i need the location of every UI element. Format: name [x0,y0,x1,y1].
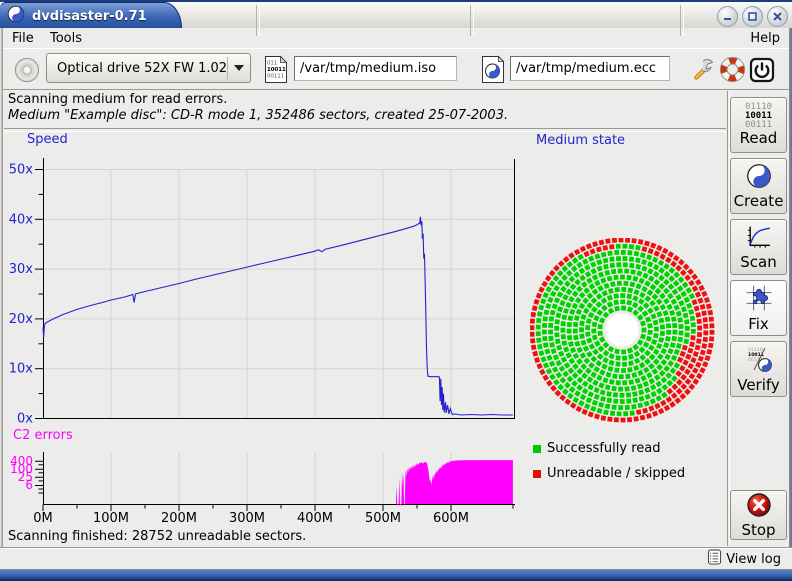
log-icon [707,548,722,570]
stop-icon [746,492,772,522]
sidebar-button-label: Fix [748,316,769,333]
svg-text:011: 011 [267,61,277,67]
view-log-button[interactable]: View log [704,549,784,569]
menu-file[interactable]: File [6,30,40,47]
x-axis-tick-label: 300M [229,511,265,526]
legend-success-label: Successfully read [547,441,660,456]
title-tab: dvdisaster-0.71 [0,2,182,30]
x-axis-tick-label: 500M [365,511,401,526]
menu-tools[interactable]: Tools [44,30,88,47]
stop-button-label: Stop [741,522,775,538]
verify-icon: 011101001100111 [745,345,773,377]
iso-path-input[interactable] [294,56,457,81]
minimize-button[interactable] [717,6,738,27]
menu-help[interactable]: Help [744,30,786,47]
svg-text:00111: 00111 [267,74,284,80]
sidebar-button-label: Create [734,193,784,210]
speed-ytick-label: 30x [9,262,34,277]
sidebar-button-label: Verify [737,377,780,394]
dvdisaster-window: dvdisaster-0.71 File Tools Help Optical … [0,0,792,581]
title-bar[interactable]: dvdisaster-0.71 [0,0,792,28]
scan-result-message: Scanning finished: 28752 unreadable sect… [8,529,306,544]
sidebar-button-fix[interactable]: Fix [730,280,787,336]
speed-ytick-label: 20x [9,312,34,327]
sidebar-button-label: Scan [740,254,776,271]
drive-selector[interactable]: Optical drive 52X FW 1.02 [46,53,251,83]
menu-bar: File Tools Help [0,28,792,49]
speed-ytick-label: 50x [9,163,34,178]
legend-unreadable-label: Unreadable / skipped [547,466,685,481]
speed-and-c2-charts: 0x10x20x30x40x50x4001002560M100M200M300M… [0,130,530,530]
x-axis-tick-label: 100M [93,511,129,526]
speed-ytick-label: 0x [17,412,33,427]
status-line: Scanning medium for read errors. [8,92,708,108]
quit-power-icon[interactable] [747,54,777,85]
speed-line-series [43,217,513,415]
yinyang-icon [7,5,25,23]
c2-error-area [396,460,513,505]
medium-state-title: Medium state [536,133,625,148]
medium-state-disc [530,238,722,430]
speed-ytick-label: 40x [9,212,34,227]
scan-curve-icon [745,223,772,254]
action-button-column: 011101001100111ReadCreateScanFix01110100… [730,97,787,402]
c2-ytick-label: 6 [25,478,33,492]
stop-button[interactable]: Stop [730,490,787,540]
x-axis-tick-label: 200M [161,511,197,526]
app-logo-icon [7,5,25,27]
help-lifebuoy-icon[interactable] [717,54,747,85]
sidebar-button-label: Read [740,130,778,147]
legend-red-swatch [533,470,541,478]
disc-hole [606,314,639,347]
yinyang-icon [746,163,772,193]
maximize-button[interactable] [742,6,763,27]
yinyang-icon [746,163,772,189]
binary-read-icon: 011101001100111 [745,103,772,130]
x-axis-tick-label: 400M [297,511,333,526]
legend-green-swatch [533,445,541,453]
iso-file-icon: 0111001100111 [263,55,289,84]
preferences-wrench-icon[interactable] [688,54,718,85]
window-title: dvdisaster-0.71 [32,9,147,24]
view-log-label: View log [726,552,781,567]
drive-selector-value: Optical drive 52X FW 1.02 [47,61,227,76]
sidebar-button-verify[interactable]: 011101001100111 Verify [730,341,787,397]
puzzle-icon [745,284,773,312]
close-button[interactable] [767,6,788,27]
status-bar: View log [0,547,792,570]
x-axis-tick-label: 0M [33,511,53,526]
verify-icon: 011101001100111 [745,345,773,373]
sidebar-button-scan[interactable]: Scan [730,219,787,275]
window-bottom-edge [0,569,792,581]
medium-info-line: Medium "Example disc": CD-R mode 1, 3524… [8,108,708,124]
ecc-file-icon [480,55,506,84]
sidebar-button-read[interactable]: 011101001100111Read [730,97,787,153]
svg-text:10011: 10011 [267,67,286,73]
x-axis-tick-label: 600M [433,511,469,526]
speed-ytick-label: 10x [9,362,34,377]
scan-curve-icon [745,223,772,250]
drive-icon[interactable] [10,53,44,87]
chevron-down-icon [234,65,244,71]
ecc-path-input[interactable] [510,56,670,81]
puzzle-icon [745,284,773,316]
sidebar-button-create[interactable]: Create [730,158,787,214]
